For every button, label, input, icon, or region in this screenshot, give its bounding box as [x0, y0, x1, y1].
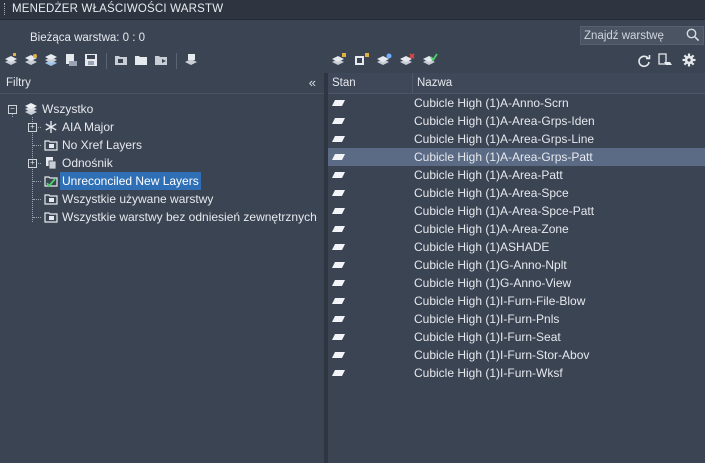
layer-status-icon[interactable] [332, 350, 346, 360]
save-layer-icon[interactable] [84, 53, 98, 67]
layer-name: Cubicle High (1)I-Furn-Seat [414, 330, 561, 344]
layer-name: Cubicle High (1)I-Furn-Stor-Abov [414, 348, 590, 362]
filters-header: Filtry « [0, 73, 324, 94]
table-row[interactable]: Cubicle High (1)A-Area-Patt [328, 166, 705, 184]
delete-layer-icon[interactable] [399, 53, 415, 67]
layers-stack-icon [25, 103, 37, 115]
layer-walk-icon[interactable] [376, 53, 392, 67]
layer-status-icon[interactable] [332, 260, 346, 270]
table-row[interactable]: Cubicle High (1)I-Furn-Pnls [328, 310, 705, 328]
layer-name: Cubicle High (1)A-Area-Grps-Patt [414, 150, 593, 164]
tree-item-label: Wszystkie warstwy bez odniesień zewnętrz… [62, 210, 317, 224]
layer-name: Cubicle High (1)I-Furn-Pnls [414, 312, 560, 326]
layer-status-icon[interactable] [332, 368, 346, 378]
layers-panel: Stan Nazwa Cubicle High (1)A-Anno-Scrn Cu… [328, 73, 705, 463]
layer-status-icon[interactable] [332, 170, 346, 180]
folder-filter-icon [44, 140, 58, 151]
table-row[interactable]: Cubicle High (1)A-Area-Spce-Patt [328, 202, 705, 220]
set-current-icon[interactable] [422, 53, 438, 67]
table-row[interactable]: Cubicle High (1)G-Anno-View [328, 274, 705, 292]
folder-export-icon[interactable] [154, 53, 168, 67]
table-row[interactable]: Cubicle High (1)I-Furn-Seat [328, 328, 705, 346]
layer-settings-dialog-icon[interactable] [657, 53, 673, 67]
folder-filter-icon [44, 194, 58, 205]
layer-name: Cubicle High (1)I-Furn-File-Blow [414, 294, 586, 308]
new-property-filter-icon[interactable] [4, 53, 18, 67]
layer-status-icon[interactable] [332, 98, 346, 108]
layer-name: Cubicle High (1)A-Area-Grps-Iden [414, 114, 595, 128]
layer-name: Cubicle High (1)A-Anno-Scrn [414, 96, 569, 110]
layer-name: Cubicle High (1)ASHADE [414, 240, 550, 254]
table-row[interactable]: Cubicle High (1)I-Furn-File-Blow [328, 292, 705, 310]
layer-name: Cubicle High (1)G-Anno-Nplt [414, 258, 567, 272]
layer-status-icon[interactable] [332, 314, 346, 324]
layer-status-icon[interactable] [332, 278, 346, 288]
layer-status-icon[interactable] [332, 134, 346, 144]
search-input[interactable] [584, 27, 682, 44]
layer-name: Cubicle High (1)A-Area-Grps-Line [414, 132, 595, 146]
layer-status-icon[interactable] [332, 152, 346, 162]
filters-title: Filtry [6, 77, 31, 89]
current-layer-label: Bieżąca warstwa: 0 : 0 [30, 32, 146, 44]
table-row[interactable]: Cubicle High (1)A-Area-Grps-Iden [328, 112, 705, 130]
table-row[interactable]: Cubicle High (1)G-Anno-Nplt [328, 256, 705, 274]
xref-document-icon [46, 157, 57, 170]
table-row[interactable]: Cubicle High (1)A-Area-Spce [328, 184, 705, 202]
layer-status-icon[interactable] [332, 116, 346, 126]
drag-grip-icon[interactable] [4, 3, 7, 15]
table-row[interactable]: Cubicle High (1)A-Area-Zone [328, 220, 705, 238]
folder-new-icon[interactable] [114, 53, 128, 67]
tree-item-label: AIA Major [62, 120, 115, 134]
layer-status-icon[interactable] [332, 332, 346, 342]
table-row[interactable]: Cubicle High (1)I-Furn-Stor-Abov [328, 346, 705, 364]
table-row[interactable]: Cubicle High (1)A-Area-Grps-Line [328, 130, 705, 148]
search-box[interactable] [580, 26, 704, 45]
folder-icon[interactable] [134, 53, 148, 67]
layer-name: Cubicle High (1)A-Area-Spce-Patt [414, 204, 595, 218]
collapse-root-toggle[interactable]: − [8, 105, 17, 114]
table-row[interactable]: Cubicle High (1)A-Area-Grps-Patt [328, 148, 705, 166]
new-layer-icon[interactable] [331, 53, 347, 67]
table-row[interactable]: Cubicle High (1)A-Anno-Scrn [328, 94, 705, 112]
expand-aia-major-toggle[interactable]: + [28, 123, 37, 132]
tree-item-label: Unreconciled New Layers [60, 172, 201, 190]
new-layer-icon[interactable] [64, 53, 78, 67]
search-icon[interactable] [686, 28, 700, 42]
new-layer-vp-frozen-icon[interactable] [354, 53, 370, 67]
layer-status-icon[interactable] [332, 224, 346, 234]
tree-item-label: No Xref Layers [62, 138, 143, 152]
table-row[interactable]: Cubicle High (1)ASHADE [328, 238, 705, 256]
layer-status-icon[interactable] [332, 188, 346, 198]
folder-check-icon [44, 176, 58, 188]
tree-item-label: Wszystkie używane warstwy [62, 192, 214, 206]
layer-status-icon[interactable] [332, 242, 346, 252]
expand-odnosnik-toggle[interactable]: + [28, 159, 37, 168]
layer-name: Cubicle High (1)A-Area-Patt [414, 168, 563, 182]
layer-states-icon[interactable] [44, 53, 58, 67]
filters-panel: Filtry « − Wszystko + AIA Major No Xref … [0, 73, 324, 463]
settings-gear-icon[interactable] [681, 53, 697, 67]
tree-item-label: Wszystko [42, 102, 94, 116]
layer-name: Cubicle High (1)G-Anno-View [414, 276, 572, 290]
window-titlebar: MENEDŻER WŁAŚCIWOŚCI WARSTW [0, 0, 705, 20]
layer-status-icon[interactable] [332, 296, 346, 306]
layer-name: Cubicle High (1)I-Furn-Wksf [414, 366, 563, 380]
layer-name: Cubicle High (1)A-Area-Zone [414, 222, 569, 236]
layer-name: Cubicle High (1)A-Area-Spce [414, 186, 569, 200]
snowflake-filter-icon [45, 121, 57, 133]
tree-item-label: Odnośnik [62, 156, 113, 170]
layer-status-icon[interactable] [332, 206, 346, 216]
collapse-filters-button[interactable]: « [309, 75, 316, 90]
folder-filter-icon [44, 212, 58, 223]
new-group-filter-icon[interactable] [24, 53, 38, 67]
refresh-icon[interactable] [636, 54, 652, 68]
window-title: MENEDŻER WŁAŚCIWOŚCI WARSTW [12, 3, 224, 15]
column-header-nazwa[interactable]: Nazwa [413, 73, 705, 94]
column-header-stan[interactable]: Stan [328, 73, 413, 94]
layer-translate-icon[interactable] [184, 53, 198, 67]
table-row[interactable]: Cubicle High (1)I-Furn-Wksf [328, 364, 705, 382]
